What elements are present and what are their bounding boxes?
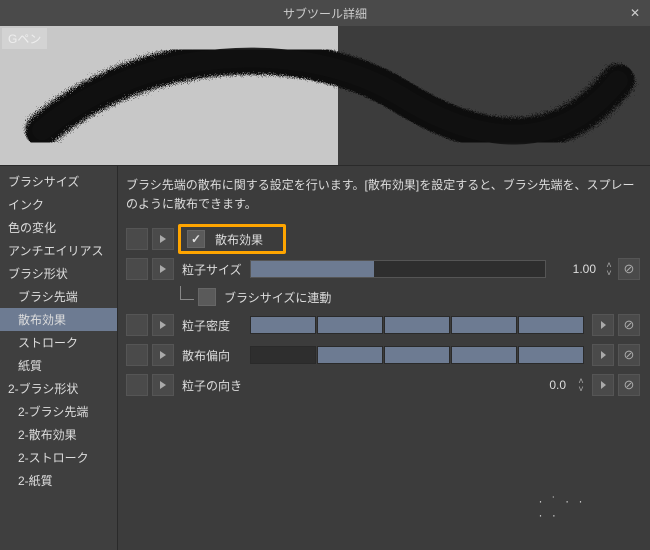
brush-preview: Gペン — [0, 26, 650, 166]
sidebar-item-color-change[interactable]: 色の変化 — [0, 216, 117, 239]
category-sidebar: ブラシサイズ インク 色の変化 アンチエイリアス ブラシ形状 ブラシ先端 散布効… — [0, 166, 118, 550]
show-toggle[interactable] — [126, 228, 148, 250]
particle-size-value: 1.00 — [552, 262, 600, 276]
particle-size-spinner[interactable]: ˄˅ — [602, 258, 616, 280]
row-scatter-effect: 散布効果 — [126, 226, 640, 252]
sidebar-item-2-scatter-effect[interactable]: 2-散布効果 — [0, 423, 117, 446]
show-toggle[interactable] — [126, 344, 148, 366]
row-particle-size: 粒子サイズ 1.00 ˄˅ — [126, 256, 640, 282]
scatter-deviation-slider[interactable] — [250, 346, 584, 364]
show-toggle[interactable] — [126, 258, 148, 280]
scatter-effect-checkbox[interactable] — [187, 230, 205, 248]
row-particle-orientation: 粒子の向き 0.0 ˄˅ — [126, 372, 640, 398]
scatter-effect-label: 散布効果 — [211, 231, 267, 248]
particle-density-label: 粒子密度 — [178, 317, 246, 334]
close-button[interactable]: ✕ — [626, 4, 644, 22]
expand-toggle[interactable] — [152, 344, 174, 366]
sidebar-item-antialias[interactable]: アンチエイリアス — [0, 239, 117, 262]
window-title: サブツール詳細 — [283, 5, 367, 22]
expand-toggle[interactable] — [152, 374, 174, 396]
expand-toggle[interactable] — [152, 314, 174, 336]
subtool-detail-window: サブツール詳細 ✕ Gペン ブラシサイズ インク 色の変化 アンチエイリアス ブ… — [0, 0, 650, 550]
particle-density-dynamics[interactable] — [592, 314, 614, 336]
row-particle-density: 粒子密度 — [126, 312, 640, 338]
panel-description: ブラシ先端の散布に関する設定を行います。[散布効果]を設定すると、ブラシ先端を、… — [126, 176, 640, 214]
sidebar-item-scatter-effect[interactable]: 散布効果 — [0, 308, 117, 331]
body: ブラシサイズ インク 色の変化 アンチエイリアス ブラシ形状 ブラシ先端 散布効… — [0, 166, 650, 550]
sidebar-item-2-stroke[interactable]: 2-ストローク — [0, 446, 117, 469]
sidebar-item-brush-shape[interactable]: ブラシ形状 — [0, 262, 117, 285]
row-link-brush-size: ブラシサイズに連動 — [126, 286, 640, 308]
scatter-deviation-dynamics[interactable] — [592, 344, 614, 366]
particle-density-reset[interactable] — [618, 314, 640, 336]
sidebar-item-stroke[interactable]: ストローク — [0, 331, 117, 354]
scatter-dots-icon: · ˙ · ·· · — [539, 494, 586, 522]
particle-size-label: 粒子サイズ — [178, 261, 246, 278]
row-scatter-deviation: 散布偏向 — [126, 342, 640, 368]
particle-orientation-spinner[interactable]: ˄˅ — [574, 374, 588, 396]
particle-orientation-label: 粒子の向き — [178, 377, 246, 394]
particle-size-slider[interactable] — [250, 260, 546, 278]
sidebar-item-2-texture[interactable]: 2-紙質 — [0, 469, 117, 492]
sidebar-item-ink[interactable]: インク — [0, 193, 117, 216]
link-brush-size-label: ブラシサイズに連動 — [220, 289, 335, 306]
chevron-down-icon[interactable]: ˅ — [574, 385, 588, 393]
sidebar-item-brush-tip[interactable]: ブラシ先端 — [0, 285, 117, 308]
sidebar-item-2-brush-tip[interactable]: 2-ブラシ先端 — [0, 400, 117, 423]
particle-orientation-value: 0.0 — [522, 378, 570, 392]
sidebar-item-texture[interactable]: 紙質 — [0, 354, 117, 377]
tree-connector-icon — [180, 286, 194, 300]
chevron-down-icon[interactable]: ˅ — [602, 269, 616, 277]
scatter-deviation-reset[interactable] — [618, 344, 640, 366]
show-toggle[interactable] — [126, 314, 148, 336]
expand-toggle[interactable] — [152, 228, 174, 250]
scatter-effect-highlight: 散布効果 — [178, 224, 286, 254]
particle-orientation-reset[interactable] — [618, 374, 640, 396]
particle-density-slider[interactable] — [250, 316, 584, 334]
titlebar: サブツール詳細 ✕ — [0, 0, 650, 26]
particle-size-reset[interactable] — [618, 258, 640, 280]
particle-orientation-dynamics[interactable] — [592, 374, 614, 396]
settings-panel: ブラシ先端の散布に関する設定を行います。[散布効果]を設定すると、ブラシ先端を、… — [118, 166, 650, 550]
show-toggle[interactable] — [126, 374, 148, 396]
link-brush-size-checkbox[interactable] — [198, 288, 216, 306]
expand-toggle[interactable] — [152, 258, 174, 280]
sidebar-item-brush-size[interactable]: ブラシサイズ — [0, 170, 117, 193]
scatter-deviation-label: 散布偏向 — [178, 347, 246, 364]
scatter-preview: · ˙ · ·· · — [502, 476, 622, 540]
sidebar-item-2-brush-shape[interactable]: 2-ブラシ形状 — [0, 377, 117, 400]
brush-stroke-preview — [0, 26, 650, 165]
